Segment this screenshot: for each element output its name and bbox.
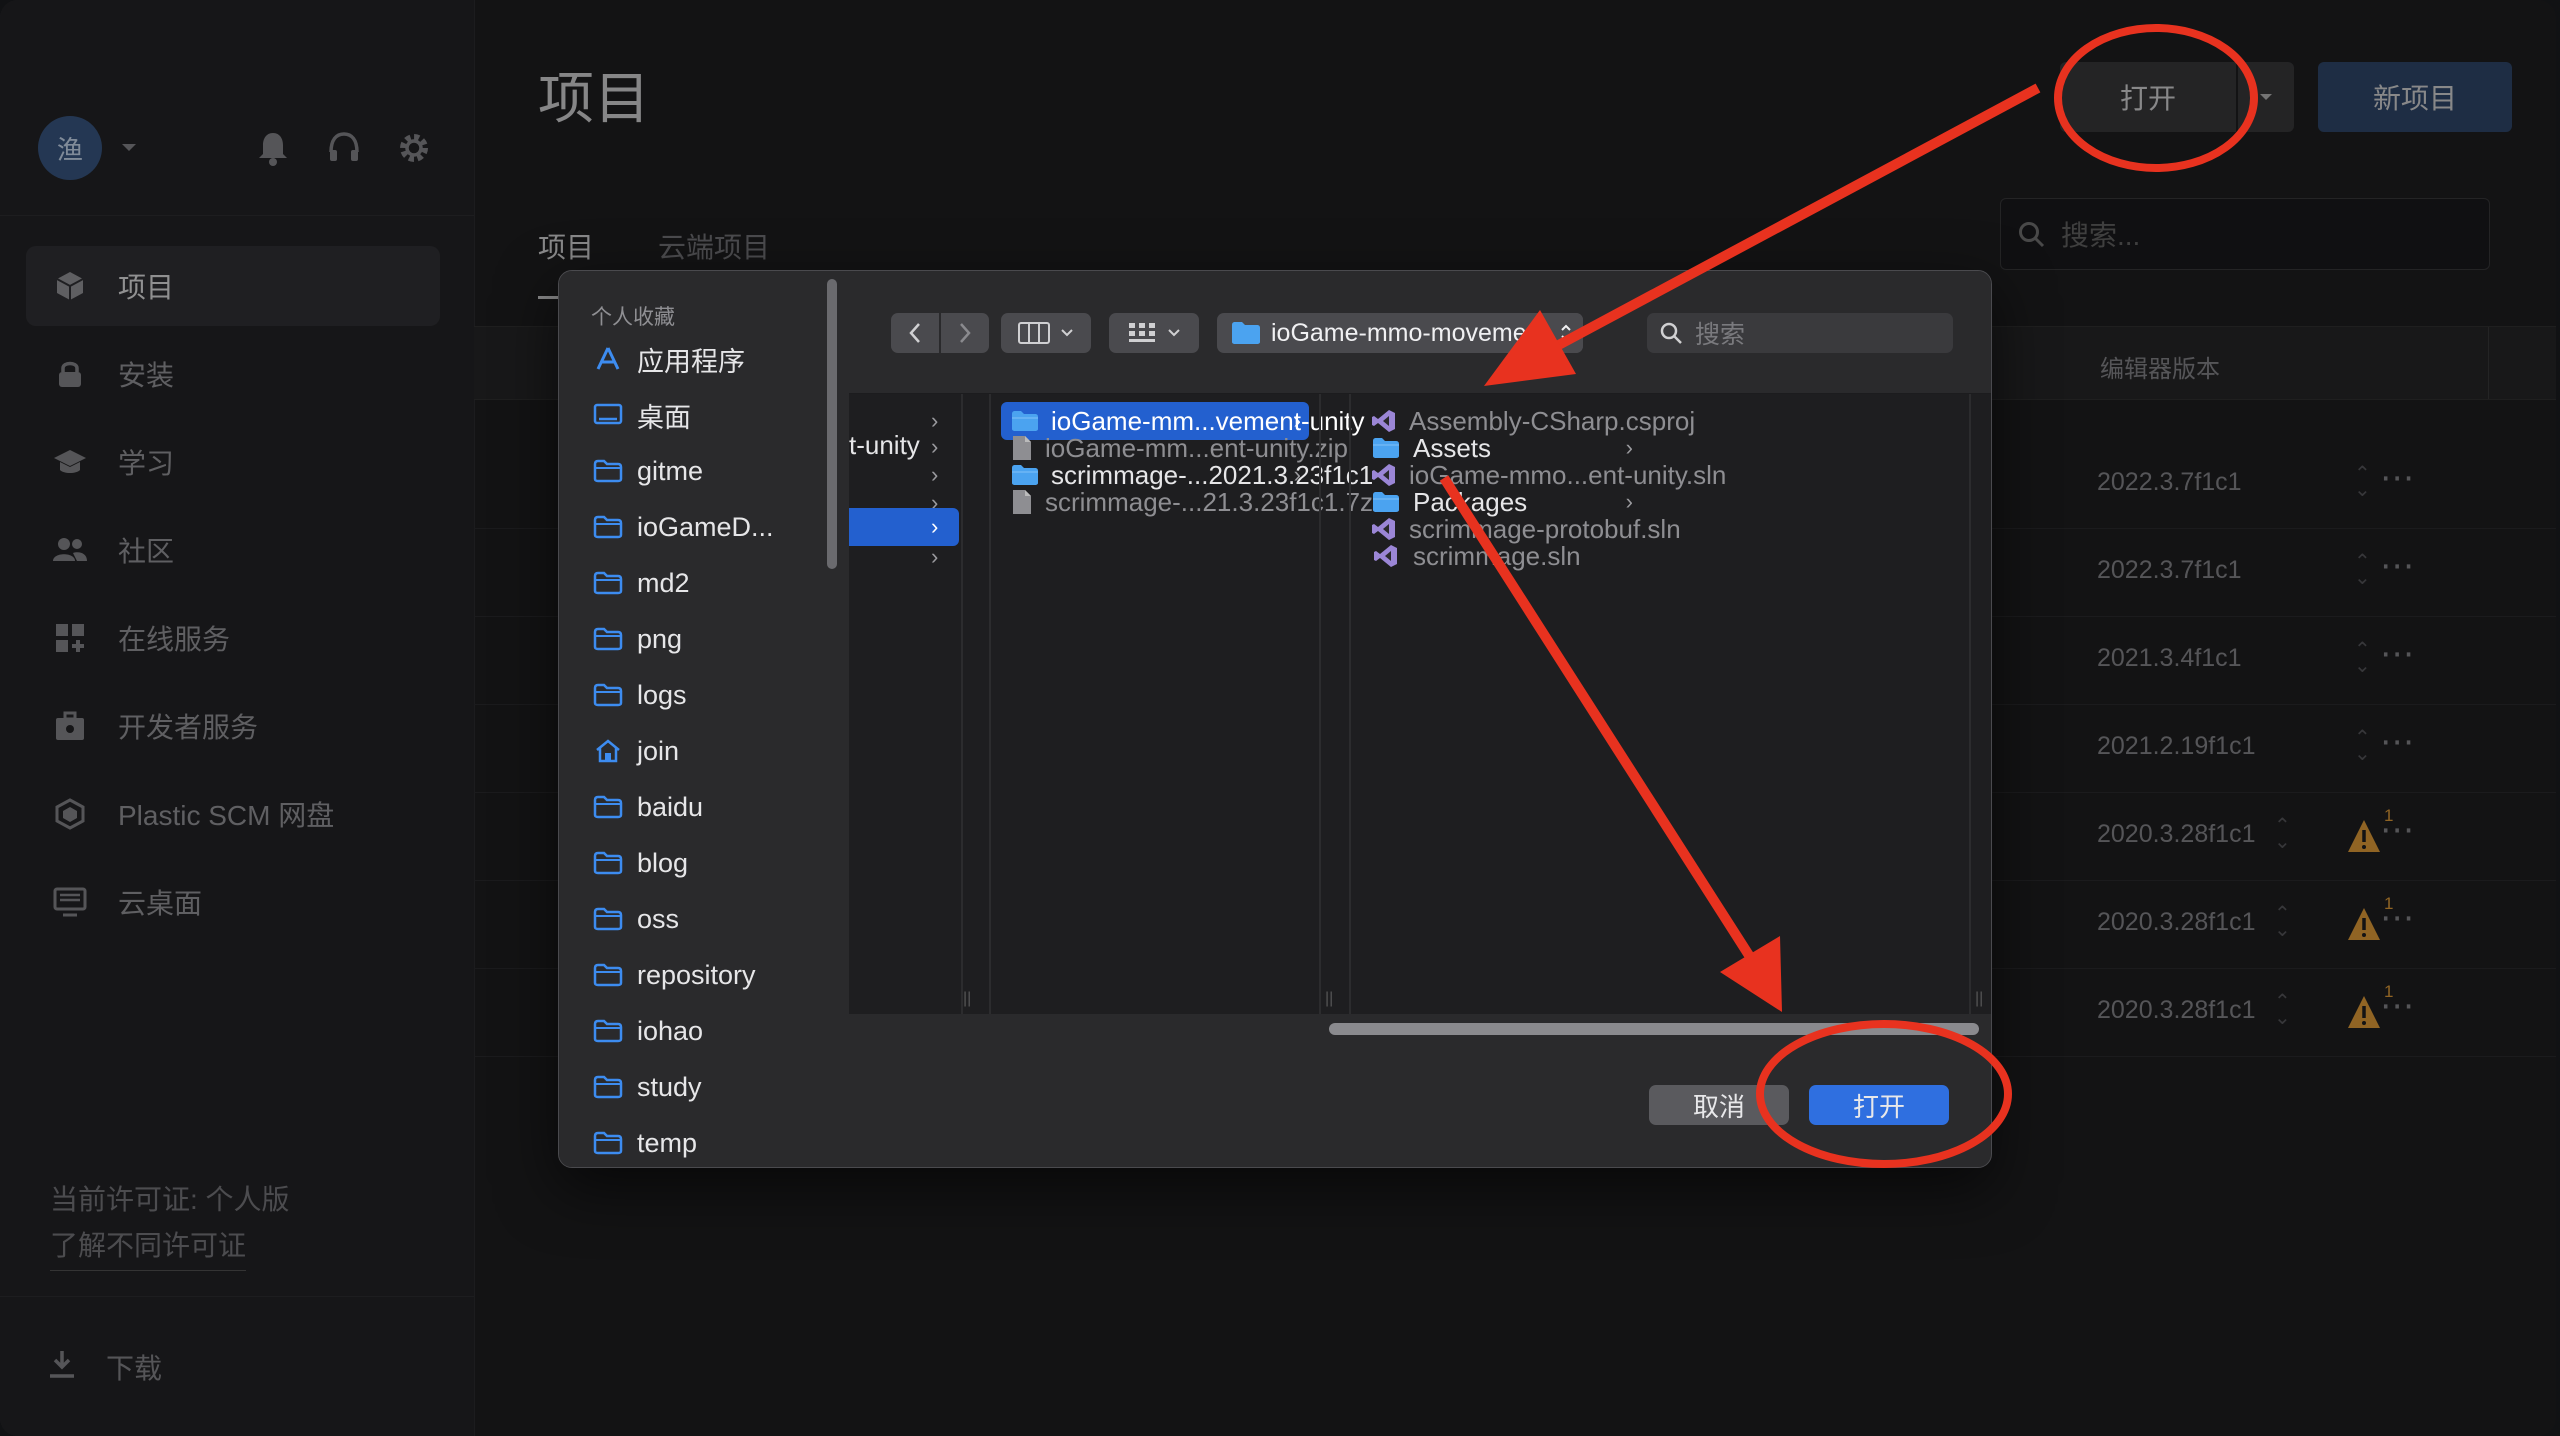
sidebar-scrollbar[interactable] [827,279,837,569]
group-button[interactable] [1109,313,1199,353]
search-icon [1660,322,1682,344]
favorite-item[interactable]: ioGameD... [591,507,774,547]
favorite-item[interactable]: logs [591,675,687,715]
column-2: ioGame-mm...vement-unity › ioGame-mm...ent… [991,394,1373,1014]
column-1: › t-unity › › › › › [849,394,961,1014]
folder-icon [591,457,625,485]
columns-view-icon [1018,322,1050,344]
favorite-item[interactable]: join [591,731,679,771]
favorite-label: ioGameD... [637,511,774,542]
column-resize-grip[interactable]: || [1325,990,1333,1008]
favorite-label: repository [637,959,756,990]
horizontal-scrollbar[interactable] [849,1014,1991,1040]
favorite-label: join [637,735,680,766]
chevron-down-icon [1061,329,1073,337]
path-selector[interactable]: ioGame-mmo-movement-unity [1217,313,1583,353]
favorite-item[interactable]: repository [591,955,756,995]
favorite-label: png [637,623,683,654]
open-button[interactable]: 打开 [1809,1085,1949,1125]
folder-icon [1232,322,1260,344]
chevron-right-icon: › [931,434,939,459]
apps-icon [591,345,625,373]
favorites-header: 个人收藏 [591,306,675,329]
favorite-label: 应用程序 [637,346,745,377]
visual-studio-icon [1371,543,1401,569]
folder-icon [591,961,625,989]
open-file-dialog: 个人收藏 应用程序桌面 gitme ioGameD... md2 png logs join… [558,270,1992,1168]
file-name: scrimmage-...21.3.23f1c1.7z [1045,486,1374,517]
favorite-item[interactable]: 桌面 [591,395,691,435]
favorite-item[interactable]: study [591,1067,702,1107]
favorite-label: blog [637,847,689,878]
folder-icon [591,625,625,653]
folder-icon [591,1129,625,1157]
favorite-item[interactable]: 应用程序 [591,339,745,379]
folder-icon [591,793,625,821]
search-placeholder: 搜索 [1695,321,1746,349]
folder-icon [591,681,625,709]
forward-button[interactable] [941,313,989,353]
chevron-down-icon [1168,329,1180,337]
favorite-label: md2 [637,567,690,598]
favorite-label: gitme [637,455,704,486]
column-resize-grip[interactable]: || [963,990,971,1008]
favorite-item[interactable]: md2 [591,563,690,603]
column1-selected-row[interactable] [849,508,959,546]
chevron-right-icon: › [931,462,939,487]
chevron-updown-icon [1561,324,1571,342]
chevron-right-icon: › [931,544,939,569]
cancel-button[interactable]: 取消 [1649,1085,1789,1125]
favorite-item[interactable]: gitme [591,451,703,491]
favorite-label: study [637,1071,702,1102]
folder-icon [591,849,625,877]
folder-icon [591,569,625,597]
column-3: Assembly-CSharp.csproj Assets › ioGame-mmo.… [1351,394,1726,1014]
folder-icon [591,1073,625,1101]
favorite-item[interactable]: blog [591,843,688,883]
file-name: scrimmage.sln [1413,540,1581,571]
favorite-label: baidu [637,791,704,822]
back-button[interactable] [891,313,939,353]
file-item[interactable]: scrimmage.sln [1361,537,1641,575]
favorite-label: iohao [637,1015,704,1046]
path-chevron[interactable] [1549,313,1583,353]
favorite-item[interactable]: png [591,619,682,659]
favorite-item[interactable]: oss [591,899,679,939]
favorite-label: logs [637,679,687,710]
scrollbar-thumb[interactable] [1329,1023,1979,1035]
unity-hub-window: 渔 项目 安装 学习 社区 在线服务 开发者服务 Plastic SCM 网盘 … [0,0,2556,1436]
favorite-label: oss [637,903,680,934]
document-icon [1011,489,1033,515]
column-divider[interactable] [1969,394,1971,1014]
chevron-right-icon: › [931,408,939,433]
column-resize-grip[interactable]: || [1975,990,1983,1008]
path-label: ioGame-mmo-movement-unity [1271,318,1583,347]
chevron-right-icon [960,323,971,343]
column1-item-label[interactable]: t-unity [849,430,920,461]
favorite-item[interactable]: baidu [591,787,703,827]
chevron-right-icon: › [931,514,939,539]
column-browser: › t-unity › › › › › || ioGame-mm...vemen… [849,394,1991,1014]
favorite-item[interactable]: temp [591,1123,697,1163]
dialog-sidebar: 个人收藏 应用程序桌面 gitme ioGameD... md2 png logs join… [559,271,849,1167]
grid-view-icon [1129,323,1155,342]
view-mode-button[interactable] [1001,313,1091,353]
home-icon [591,737,625,765]
favorite-item[interactable]: iohao [591,1011,703,1051]
chevron-left-icon [909,323,920,343]
folder-icon [591,905,625,933]
dialog-search-input[interactable]: 搜索 [1647,313,1953,353]
column-divider[interactable] [1319,394,1321,1014]
folder-icon [591,513,625,541]
file-item[interactable]: scrimmage-...21.3.23f1c1.7z [1001,483,1373,521]
favorite-label: 桌面 [637,402,691,433]
desktop-icon [591,401,625,429]
favorite-label: temp [637,1127,698,1158]
folder-icon [591,1017,625,1045]
column-divider[interactable] [961,394,963,1014]
